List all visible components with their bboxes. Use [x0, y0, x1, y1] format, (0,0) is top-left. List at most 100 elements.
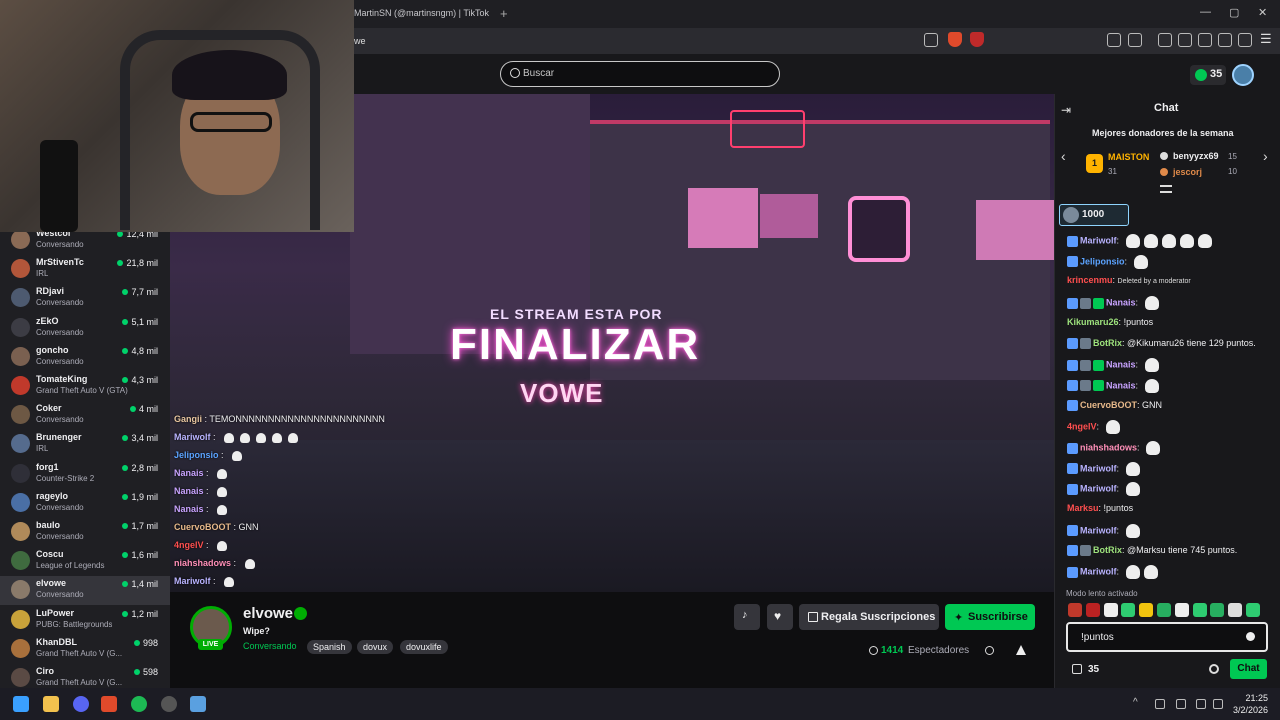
points-icon[interactable]: [1072, 664, 1082, 674]
extensions-icon[interactable]: [1107, 33, 1121, 47]
quick-emote-icon[interactable]: [1157, 603, 1171, 617]
chevron-right-icon[interactable]: ›: [1263, 148, 1268, 164]
sidebar-channel[interactable]: MrStivenTc IRL 21,8 mil: [0, 255, 170, 284]
sidebar-channel[interactable]: forg1 Counter-Strike 2 2,8 mil: [0, 460, 170, 489]
follow-button[interactable]: ♥: [767, 604, 793, 630]
chat-message[interactable]: Marksu: !puntos: [1067, 503, 1133, 513]
chat-message[interactable]: BotRix: @Kikumaru26 tiene 129 puntos.: [1067, 338, 1256, 349]
sidebar-channel[interactable]: rageylo Conversando 1,9 mil: [0, 489, 170, 518]
obs-icon[interactable]: [161, 696, 177, 712]
chat-message[interactable]: 4ngelV:: [1067, 420, 1120, 435]
clock[interactable]: 21:25 3/2/2026: [1226, 692, 1268, 716]
sidebar-channel[interactable]: Coscu League of Legends 1,6 mil: [0, 547, 170, 576]
chat-message[interactable]: CuervoBOOT: GNN: [1067, 400, 1162, 411]
windows-start-icon[interactable]: [13, 696, 29, 712]
network-icon[interactable]: [1155, 699, 1165, 709]
chat-username[interactable]: Kikumaru26: [1067, 317, 1119, 327]
chat-username[interactable]: Marksu: [1067, 503, 1099, 513]
chat-message[interactable]: Nanais:: [1067, 358, 1159, 373]
tag[interactable]: dovuxlife: [400, 640, 448, 654]
chat-username[interactable]: krincenmu: [1067, 275, 1113, 285]
chat-message[interactable]: Nanais:: [1067, 378, 1159, 393]
sidebar-channel[interactable]: Brunenger IRL 3,4 mil: [0, 430, 170, 459]
chat-username[interactable]: BotRix: [1093, 338, 1122, 348]
quick-emote-icon[interactable]: [1192, 603, 1207, 617]
chat-username[interactable]: Nanais: [1106, 360, 1136, 370]
chat-message[interactable]: krincenmu: Deleted by a moderator: [1067, 275, 1191, 285]
user-avatar[interactable]: [1232, 64, 1254, 86]
chat-input-value[interactable]: !puntos: [1081, 632, 1114, 643]
collapse-chat-icon[interactable]: ⇥: [1061, 103, 1071, 117]
chat-message[interactable]: Mariwolf:: [1067, 461, 1140, 476]
sidebar-channel[interactable]: LuPower PUBG: Battlegrounds 1,2 mil: [0, 606, 170, 635]
chat-username[interactable]: Nanais: [1106, 297, 1136, 307]
emoji-icon[interactable]: [1246, 632, 1255, 641]
microphone-icon[interactable]: [1176, 699, 1186, 709]
volume-icon[interactable]: [1213, 699, 1223, 709]
chat-message[interactable]: Mariwolf:: [1067, 234, 1212, 248]
chat-message[interactable]: Jeliponsio:: [1067, 254, 1148, 269]
report-icon[interactable]: [1016, 645, 1026, 655]
sidebar-channel[interactable]: zEkO Conversando 5,1 mil: [0, 314, 170, 343]
sidebar-channel[interactable]: KhanDBL Grand Theft Auto V (G... 998: [0, 635, 170, 664]
sidebar-channel[interactable]: RDjavi Conversando 7,7 mil: [0, 284, 170, 313]
notepad-icon[interactable]: [190, 696, 206, 712]
chat-message[interactable]: Mariwolf:: [1067, 523, 1140, 538]
sidebar-toggle-icon[interactable]: [1178, 33, 1192, 47]
sidebar-channel[interactable]: Coker Conversando 4 mil: [0, 401, 170, 430]
chat-username[interactable]: 4ngelV: [1067, 422, 1097, 432]
menu-icon[interactable]: ☰: [1260, 31, 1272, 47]
chat-message[interactable]: BotRix: @Marksu tiene 745 puntos.: [1067, 545, 1237, 556]
expand-icon[interactable]: [1160, 185, 1172, 193]
streamer-name[interactable]: elvowe: [243, 605, 293, 622]
quick-emote-icon[interactable]: [1068, 603, 1082, 617]
stream-category[interactable]: Conversando: [243, 641, 297, 651]
brave-shield-icon[interactable]: [948, 32, 962, 47]
chevron-left-icon[interactable]: ‹: [1061, 148, 1066, 164]
tag[interactable]: dovux: [357, 640, 394, 654]
chat-username[interactable]: Nanais: [1106, 380, 1136, 390]
chat-message[interactable]: niahshadows:: [1067, 441, 1161, 455]
chat-username[interactable]: Mariwolf: [1080, 525, 1117, 535]
notification-bell-button[interactable]: ♪: [734, 604, 760, 630]
browser-tab-title[interactable]: MartinSN (@martinsngm) | TikTok: [354, 8, 489, 18]
discord-icon[interactable]: [73, 696, 89, 712]
screenshot-icon[interactable]: [1128, 33, 1142, 47]
wallet-icon[interactable]: [1198, 33, 1212, 47]
minimize-button[interactable]: —: [1200, 6, 1211, 18]
quick-emote-icon[interactable]: [1228, 603, 1243, 617]
sidebar-channel[interactable]: baulo Conversando 1,7 mil: [0, 518, 170, 547]
brave-rewards-icon[interactable]: [970, 32, 984, 47]
address-text[interactable]: we: [354, 36, 366, 46]
brave-icon[interactable]: [101, 696, 117, 712]
chat-username[interactable]: Mariwolf: [1080, 567, 1117, 577]
chat-username[interactable]: Mariwolf: [1080, 463, 1117, 473]
wifi-icon[interactable]: [1196, 699, 1206, 709]
quick-emote-icon[interactable]: [1246, 603, 1260, 617]
chat-username[interactable]: CuervoBOOT: [1080, 400, 1137, 410]
chat-username[interactable]: Mariwolf: [1080, 235, 1117, 245]
share-icon[interactable]: [985, 646, 994, 655]
donor-name[interactable]: jescorj: [1173, 167, 1202, 177]
donor-name[interactable]: MAISTON: [1108, 152, 1149, 162]
donor-name[interactable]: benyyzx69: [1173, 151, 1219, 161]
share-page-icon[interactable]: [924, 33, 938, 47]
quick-emote-icon[interactable]: [1174, 603, 1189, 617]
sidebar-channel[interactable]: elvowe Conversando 1,4 mil: [0, 576, 170, 606]
chat-message[interactable]: Mariwolf:: [1067, 565, 1158, 580]
spotify-icon[interactable]: [131, 696, 147, 712]
gear-icon[interactable]: [1209, 664, 1219, 674]
chat-username[interactable]: niahshadows: [1080, 442, 1137, 452]
quick-emote-icon[interactable]: [1085, 603, 1100, 617]
chat-message[interactable]: Kikumaru26: !puntos: [1067, 317, 1153, 327]
tag[interactable]: Spanish: [307, 640, 352, 654]
media-icon[interactable]: [1158, 33, 1172, 47]
leo-icon[interactable]: [1218, 33, 1232, 47]
chat-username[interactable]: Mariwolf: [1080, 484, 1117, 494]
chevron-up-icon[interactable]: ^: [1133, 697, 1138, 708]
sidebar-channel[interactable]: TomateKing Grand Theft Auto V (GTA) 4,3 mi…: [0, 372, 170, 401]
quick-emote-icon[interactable]: [1210, 603, 1225, 617]
chat-username[interactable]: BotRix: [1093, 545, 1122, 555]
close-window-button[interactable]: ✕: [1258, 6, 1267, 19]
sidebar-channel[interactable]: goncho Conversando 4,8 mil: [0, 343, 170, 372]
